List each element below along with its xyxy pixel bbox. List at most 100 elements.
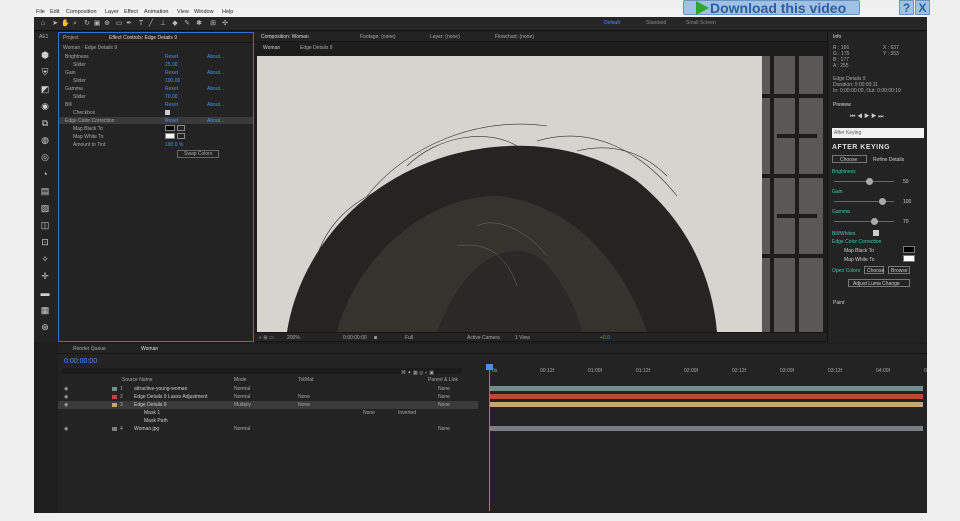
tab-layer[interactable]: Layer: (none) <box>430 34 460 40</box>
brightness-slider[interactable] <box>834 181 894 182</box>
bill-checkbox[interactable] <box>873 230 879 236</box>
plugin-settings-icon[interactable]: ⊛ <box>40 322 50 332</box>
exposure-value[interactable]: +0.0 <box>600 335 610 341</box>
effect-row[interactable]: Slider 100.00 <box>59 77 253 84</box>
selection-tool-icon[interactable]: ➤ <box>51 20 59 28</box>
map-white-swatch[interactable] <box>903 255 915 262</box>
tab-project[interactable]: Project <box>63 35 79 41</box>
viewer-options-icon[interactable]: ◐ ⊞ ▭ <box>259 335 274 341</box>
snapshot-icon[interactable]: ◙ <box>374 335 377 341</box>
effect-prop-about[interactable]: About... <box>207 118 224 124</box>
camera-tool-icon[interactable]: ▣ <box>93 20 101 28</box>
rotate-tool-icon[interactable]: ↻ <box>83 20 91 28</box>
layers-icon[interactable]: ⧉ <box>40 118 50 128</box>
pen-tool-icon[interactable]: ✒ <box>125 20 133 28</box>
timeline-switches[interactable]: ⌘ ✦ ▦ ◎ ◐ ▣ <box>401 370 434 376</box>
layer-label-color[interactable] <box>112 427 117 431</box>
layer-trk[interactable]: None <box>363 410 375 416</box>
layer-num[interactable]: 1 <box>120 386 123 392</box>
gamma-value[interactable]: 70 <box>903 219 909 225</box>
effect-prop-value[interactable]: 100.0 % <box>165 142 183 148</box>
effect-row[interactable]: Edge Color Correction Reset About... <box>59 117 253 124</box>
effect-prop-value[interactable]: Reset <box>165 70 178 76</box>
layer-num[interactable]: 2 <box>120 394 123 400</box>
gamma-slider[interactable] <box>834 221 894 222</box>
effect-prop-about[interactable]: About... <box>207 86 224 92</box>
globe-icon[interactable]: ◍ <box>40 135 50 145</box>
eraser-tool-icon[interactable]: ◆ <box>171 20 179 28</box>
workspace-default[interactable]: Default <box>604 20 620 26</box>
menu-help[interactable]: Help <box>222 9 233 15</box>
effect-prop-about[interactable]: About... <box>207 54 224 60</box>
eyedropper-icon[interactable] <box>177 125 185 131</box>
timeline-layer-row[interactable]: 2 Edge Details 9 Lasso Adjustment Normal No… <box>58 393 478 401</box>
layer-label-color[interactable] <box>112 395 117 399</box>
layer-duration-bar[interactable] <box>490 394 923 399</box>
effect-prop-value[interactable]: 25.00 <box>165 62 178 68</box>
bill-checkbox[interactable] <box>165 110 170 115</box>
choose2-button[interactable]: Choose <box>864 266 884 274</box>
snapping-icon[interactable]: ⊞ <box>209 20 217 28</box>
comp-breadcrumb-edge[interactable]: Edge Details 9 <box>300 45 333 51</box>
layer-duration-bar[interactable] <box>490 386 923 391</box>
image-icon[interactable]: ▨ <box>40 203 50 213</box>
graph-icon[interactable]: ◩ <box>40 84 50 94</box>
layer-parent[interactable]: None <box>438 426 450 432</box>
menu-window[interactable]: Window <box>194 9 214 15</box>
menu-view[interactable]: View <box>177 9 189 15</box>
document-icon[interactable]: ▤ <box>40 186 50 196</box>
layer-parent[interactable]: None <box>438 402 450 408</box>
type-tool-icon[interactable]: T <box>137 20 145 28</box>
zoom-tool-icon[interactable]: ⌕ <box>71 20 79 28</box>
roto-tool-icon[interactable]: ✎ <box>183 20 191 28</box>
layer-mode[interactable]: Normal <box>234 426 250 432</box>
tab-footage[interactable]: Footage: (none) <box>360 34 396 40</box>
effect-prop-value[interactable]: Swap Colors <box>177 150 220 158</box>
menu-edit[interactable]: Edit <box>50 9 59 15</box>
tab-composition[interactable]: Composition: Woman <box>261 34 309 40</box>
choose-button[interactable]: Choose <box>832 155 867 163</box>
menu-effect[interactable]: Effect <box>124 9 138 15</box>
clone-tool-icon[interactable]: ⊥ <box>159 20 167 28</box>
resolution-dropdown[interactable]: Full <box>405 335 413 341</box>
effect-prop-value[interactable]: Reset <box>165 86 178 92</box>
cube-icon[interactable]: ⬢ <box>40 50 50 60</box>
timeline-layer-row[interactable]: 4 Woman.jpg Normal None ◉ <box>58 425 478 433</box>
gain-value[interactable]: 100 <box>903 199 911 205</box>
effect-prop-value[interactable]: Reset <box>165 102 178 108</box>
tab-render-queue[interactable]: Render Queue <box>73 346 106 352</box>
tab-timeline-woman[interactable]: Woman <box>141 346 158 352</box>
layer-duration-bar[interactable] <box>490 402 923 407</box>
layer-mode[interactable]: Normal <box>234 394 250 400</box>
tab-effect-controls[interactable]: Effect Controls: Edge Details 9 <box>109 35 177 41</box>
layer-num[interactable]: 3 <box>120 402 123 408</box>
gamma-slider-knob[interactable] <box>871 218 878 225</box>
brightness-value[interactable]: 50 <box>903 179 909 185</box>
effect-row[interactable]: Bill Reset About... <box>59 101 253 108</box>
tab-flowchart[interactable]: Flowchart: (none) <box>495 34 534 40</box>
effect-row[interactable]: Checkbox <box>59 109 253 116</box>
effect-prop-value[interactable]: Reset <box>165 54 178 60</box>
layer-trk[interactable]: None <box>298 402 310 408</box>
effect-row[interactable]: Gain Reset About... <box>59 69 253 76</box>
zoom-dropdown[interactable]: 200% <box>287 335 300 341</box>
timeline-layer-row[interactable]: 3 Edge Details 9 Multiply None None ◉ <box>58 401 478 409</box>
layer-trk[interactable]: None <box>298 394 310 400</box>
download-video-button[interactable]: Download this video <box>683 0 860 15</box>
workspace-standard[interactable]: Standard <box>646 20 666 26</box>
effect-row[interactable]: Map White To <box>59 133 253 140</box>
layer-parent[interactable]: Inverted <box>398 410 416 416</box>
effect-prop-value[interactable]: 70.00 <box>165 94 178 100</box>
shape-tool-icon[interactable]: ▭ <box>115 20 123 28</box>
pin-tool-icon[interactable]: ✣ <box>221 20 229 28</box>
views-dropdown[interactable]: 1 View <box>515 335 530 341</box>
node-icon[interactable]: ✧ <box>40 254 50 264</box>
speed-icon[interactable]: ◔ <box>40 169 50 179</box>
plugin-search-field[interactable]: After Keying <box>832 128 924 138</box>
layer-label-color[interactable] <box>112 387 117 391</box>
effect-prop-value[interactable]: Reset <box>165 118 178 124</box>
refine-details-dropdown[interactable]: Refine Details <box>873 157 904 163</box>
adjust-icon[interactable]: ◫ <box>40 220 50 230</box>
frame-icon[interactable]: ⊡ <box>40 237 50 247</box>
help-button[interactable]: ? <box>899 0 914 15</box>
